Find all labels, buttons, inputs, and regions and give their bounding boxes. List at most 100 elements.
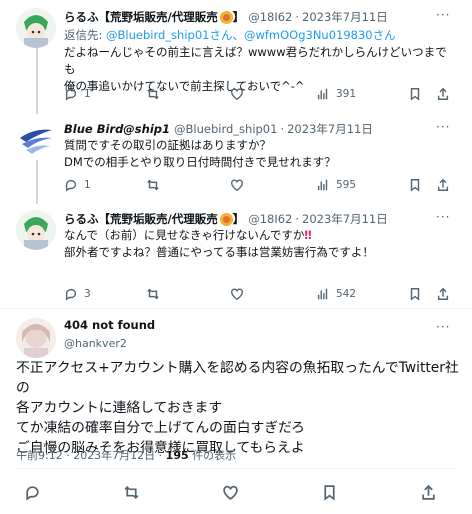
reply-button[interactable]: 3 — [64, 286, 91, 302]
display-name[interactable]: らるふ【荒野垢販売/代理販売 — [64, 211, 218, 227]
bookmark-button[interactable] — [321, 484, 338, 501]
tweet-text: 不正アクセス+アカウント購入を認める内容の魚拓取ったんでTwitter社の 各ア… — [16, 360, 459, 456]
share-button[interactable] — [420, 484, 437, 500]
bookmark-button[interactable] — [408, 86, 422, 102]
share-button[interactable] — [436, 177, 450, 193]
retweet-button[interactable] — [146, 86, 160, 102]
analytics-icon — [317, 179, 328, 191]
reply-count: 1 — [84, 88, 91, 100]
heart-icon — [231, 288, 243, 301]
heart-icon — [231, 179, 243, 192]
views-button[interactable]: 391 — [316, 86, 356, 102]
reply-button[interactable]: 1 — [64, 177, 91, 193]
badge-icon — [219, 10, 233, 24]
display-name[interactable]: らるふ【荒野垢販売/代理販売 — [64, 9, 218, 25]
reply-icon — [65, 88, 77, 101]
divider — [16, 468, 456, 469]
tweet-header: らるふ【荒野垢販売/代理販売 】 @18I62 · 2023年7月11日 — [64, 8, 432, 26]
views-count: 391 — [336, 88, 357, 100]
bookmark-icon — [324, 484, 335, 501]
views-count: 542 — [336, 288, 357, 300]
timestamp[interactable]: 2023年7月11日 — [302, 9, 388, 25]
retweet-icon — [147, 88, 159, 100]
handle[interactable]: @hankver2 — [64, 337, 127, 350]
views-count: 595 — [336, 179, 357, 191]
timestamp[interactable]: 2023年7月11日 — [287, 121, 373, 137]
retweet-icon — [147, 288, 159, 300]
views-label: 件の表示 — [188, 449, 237, 462]
divider — [0, 308, 472, 309]
share-icon — [437, 178, 449, 191]
avatar[interactable] — [16, 120, 56, 160]
reply-to: 返信先: @Bluebird_ship01さん、@wfmOOg3Nu019830… — [64, 27, 396, 43]
more-options-icon[interactable]: ··· — [436, 121, 452, 133]
avatar[interactable] — [16, 8, 56, 48]
tweet-2[interactable]: Blue Bird@ship1 @Bluebird_ship01 · 2023年… — [0, 120, 472, 200]
more-options-icon[interactable]: ··· — [436, 211, 452, 223]
handle[interactable]: @18I62 — [248, 212, 292, 226]
views-button[interactable]: 542 — [316, 286, 356, 302]
more-options-icon[interactable]: ··· — [436, 9, 452, 21]
bookmark-button[interactable] — [408, 286, 422, 302]
separator: · — [280, 122, 285, 136]
retweet-button[interactable] — [123, 484, 140, 500]
display-name[interactable]: 404 not found — [64, 318, 155, 332]
views-button[interactable]: 595 — [316, 177, 356, 193]
avatar[interactable] — [16, 318, 56, 358]
handle[interactable]: @Bluebird_ship01 — [174, 122, 277, 136]
share-icon — [422, 484, 435, 500]
tweet-text: なんで（お前）に見せなきゃ行けないんですか‼ 部外者ですよね？普通にやってる事は… — [64, 227, 456, 261]
share-icon — [437, 87, 449, 100]
timestamp[interactable]: 2023年7月11日 — [302, 211, 388, 227]
handle[interactable]: @18I62 — [248, 10, 292, 24]
badge-icon — [219, 212, 233, 226]
heart-icon — [231, 88, 243, 101]
tweet-actions: 1 391 — [64, 86, 449, 102]
like-button[interactable] — [230, 177, 244, 193]
display-name[interactable]: Blue Bird@ship1 — [64, 122, 170, 136]
reply-count: 1 — [84, 179, 91, 191]
bookmark-button[interactable] — [408, 177, 422, 193]
analytics-icon — [317, 88, 328, 100]
display-name-suffix: 】 — [232, 212, 245, 226]
bookmark-icon — [410, 88, 420, 101]
share-button[interactable] — [436, 86, 450, 102]
reply-icon — [65, 288, 77, 301]
main-tweet: 404 not found ··· @hankver2 不正アクセス+アカウント… — [0, 318, 472, 514]
reply-to-prefix: 返信先: — [64, 28, 107, 42]
tweet-text: 質問ですその取引の証拠はありますか？ DMでの相手とやり取り日付時間付きで見せれ… — [64, 138, 336, 169]
display-name-suffix: 】 — [232, 10, 245, 24]
reply-button[interactable] — [24, 484, 41, 500]
views-count: 195 — [165, 449, 189, 462]
more-options-icon[interactable]: ··· — [436, 321, 452, 333]
tweet-text-rest: 部外者ですよね？普通にやってる事は営業妨害行為ですよ！ — [64, 245, 374, 259]
like-button[interactable] — [222, 484, 239, 500]
reply-to-users[interactable]: @Bluebird_ship01さん、@wfmOOg3Nu019830さん — [106, 28, 396, 42]
bookmark-icon — [410, 288, 420, 301]
like-button[interactable] — [230, 286, 244, 302]
tweet-header: Blue Bird@ship1 @Bluebird_ship01 · 2023年… — [64, 120, 432, 138]
retweet-button[interactable] — [146, 177, 160, 193]
reply-count: 3 — [84, 288, 91, 300]
retweet-button[interactable] — [146, 286, 160, 302]
tweet-1[interactable]: らるふ【荒野垢販売/代理販売 】 @18I62 · 2023年7月11日 ···… — [0, 8, 472, 108]
share-button[interactable] — [436, 286, 450, 302]
tweet-actions: 1 595 — [64, 177, 449, 193]
tweet-text-line: なんで（お前）に見せなきゃ行けないんですか — [64, 228, 305, 242]
retweet-icon — [124, 485, 139, 499]
heart-icon — [223, 485, 238, 500]
tweet-3[interactable]: らるふ【荒野垢販売/代理販売 】 @18I62 · 2023年7月11日 ···… — [0, 210, 472, 310]
share-icon — [437, 287, 449, 300]
like-button[interactable] — [230, 86, 244, 102]
timestamp[interactable]: 午前9:12 · 2023年7月12日 · — [16, 449, 166, 462]
tweet-meta: 午前9:12 · 2023年7月12日 · 195 件の表示 — [16, 447, 236, 463]
reply-icon — [26, 485, 39, 500]
reply-icon — [65, 179, 77, 192]
double-exclamation-icon: ‼ — [304, 228, 312, 242]
bookmark-icon — [410, 179, 420, 192]
retweet-icon — [147, 179, 159, 191]
reply-button[interactable]: 1 — [64, 86, 91, 102]
avatar[interactable] — [16, 210, 56, 250]
separator: · — [295, 10, 300, 24]
tweet-header: らるふ【荒野垢販売/代理販売 】 @18I62 · 2023年7月11日 — [64, 210, 432, 228]
